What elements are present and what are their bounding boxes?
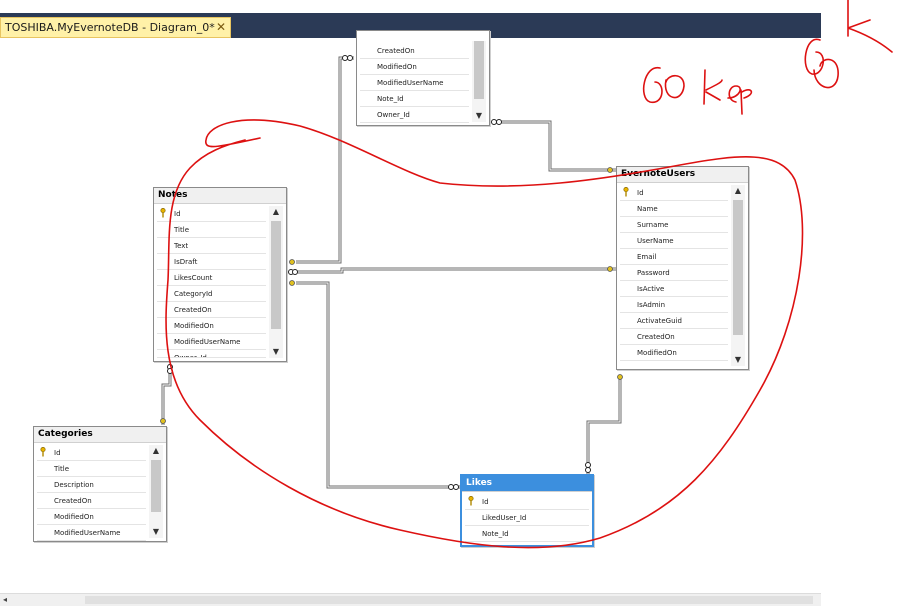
column-row[interactable]: Id: [465, 494, 589, 510]
column-row[interactable]: ModifiedOn: [620, 345, 728, 361]
connector-end-icon: [448, 484, 454, 490]
scroll-down-icon[interactable]: ▼: [731, 354, 745, 366]
column-row[interactable]: Note_Id: [465, 526, 589, 542]
column-row[interactable]: CreatedOn: [37, 493, 146, 509]
scroll-thumb[interactable]: [151, 460, 161, 512]
column-row[interactable]: CreatedOn: [360, 43, 469, 59]
column-row[interactable]: Id: [157, 206, 266, 222]
scroll-thumb[interactable]: [733, 200, 743, 335]
column-row[interactable]: CreatedOn: [157, 302, 266, 318]
column-row[interactable]: Id: [37, 445, 146, 461]
table-title: EvernoteUsers: [617, 167, 748, 183]
table-scrollbar[interactable]: ▲ ▼: [269, 206, 283, 358]
column-row[interactable]: Surname: [620, 217, 728, 233]
column-row[interactable]: ModifiedUserName: [37, 525, 146, 541]
table-evernote-users[interactable]: EvernoteUsers Id Name Surname UserName E…: [616, 166, 749, 370]
column-row[interactable]: Id: [620, 185, 728, 201]
scroll-down-icon[interactable]: ▼: [269, 346, 283, 358]
key-end-icon: [607, 266, 613, 272]
connector-end-icon: [347, 55, 353, 61]
table-notes[interactable]: Notes Id Title Text IsDraft LikesCount C…: [153, 187, 287, 362]
column-row[interactable]: LikesCount: [157, 270, 266, 286]
column-row[interactable]: IsActive: [620, 281, 728, 297]
column-row[interactable]: Name: [620, 201, 728, 217]
relationship-notes-likes: [296, 281, 460, 489]
key-end-icon: [289, 259, 295, 265]
column-row[interactable]: Text: [157, 238, 266, 254]
column-row[interactable]: UserName: [620, 233, 728, 249]
scroll-left-icon[interactable]: ◂: [3, 594, 7, 606]
column-row[interactable]: CategoryId: [157, 286, 266, 302]
primary-key-icon: [40, 447, 46, 457]
relationship-notes-top: [296, 56, 354, 264]
column-row[interactable]: Description: [37, 477, 146, 493]
column-row[interactable]: ModifiedOn: [360, 59, 469, 75]
table-likes[interactable]: Likes Id LikedUser_Id Note_Id: [460, 474, 594, 547]
scroll-up-icon[interactable]: ▲: [731, 185, 745, 197]
primary-key-icon: [160, 208, 166, 218]
relationship-users-likes: [586, 375, 622, 474]
table-title: Notes: [154, 188, 286, 204]
table-scrollbar[interactable]: ▼: [472, 41, 486, 122]
key-end-icon: [617, 374, 623, 380]
column-row[interactable]: Title: [37, 461, 146, 477]
scroll-down-icon[interactable]: ▼: [149, 526, 163, 538]
key-end-icon: [160, 418, 166, 424]
column-row[interactable]: Owner_Id: [157, 350, 266, 358]
primary-key-icon: [623, 187, 629, 197]
column-row[interactable]: Note_Id: [360, 91, 469, 107]
table-scrollbar[interactable]: ▲ ▼: [731, 185, 745, 366]
column-row[interactable]: CreatedOn: [620, 329, 728, 345]
column-row[interactable]: ActivateGuid: [620, 313, 728, 329]
column-row[interactable]: Owner_Id: [360, 107, 469, 123]
connector-end-icon: [585, 462, 591, 468]
column-row[interactable]: ModifiedOn: [157, 318, 266, 334]
scroll-thumb[interactable]: [271, 221, 281, 329]
column-row[interactable]: IsAdmin: [620, 297, 728, 313]
scroll-up-icon[interactable]: ▲: [269, 206, 283, 218]
connector-end-icon: [491, 119, 497, 125]
key-end-icon: [607, 167, 613, 173]
column-row[interactable]: ModifiedUserName: [157, 334, 266, 350]
column-row[interactable]: Title: [157, 222, 266, 238]
column-row[interactable]: Email: [620, 249, 728, 265]
table-title: Categories: [34, 427, 166, 443]
column-row[interactable]: ModifiedUserName: [360, 75, 469, 91]
table-title: Likes: [462, 476, 592, 492]
relationship-top-users: [492, 120, 616, 172]
diagram-horizontal-scrollbar[interactable]: ◂: [0, 593, 821, 606]
column-row[interactable]: IsDraft: [157, 254, 266, 270]
column-row[interactable]: ModifiedOn: [37, 509, 146, 525]
table-partial-top[interactable]: CreatedOn ModifiedOn ModifiedUserName No…: [356, 30, 490, 126]
scroll-down-icon[interactable]: ▼: [472, 110, 486, 122]
table-scrollbar[interactable]: ▲ ▼: [149, 445, 163, 538]
scroll-up-icon[interactable]: ▲: [149, 445, 163, 457]
table-categories[interactable]: Categories Id Title Description CreatedO…: [33, 426, 167, 542]
scroll-thumb[interactable]: [474, 41, 484, 99]
key-end-icon: [289, 280, 295, 286]
scroll-thumb[interactable]: [85, 596, 813, 604]
column-row[interactable]: LikedUser_Id: [465, 510, 589, 526]
primary-key-icon: [468, 496, 474, 506]
column-row[interactable]: Password: [620, 265, 728, 281]
